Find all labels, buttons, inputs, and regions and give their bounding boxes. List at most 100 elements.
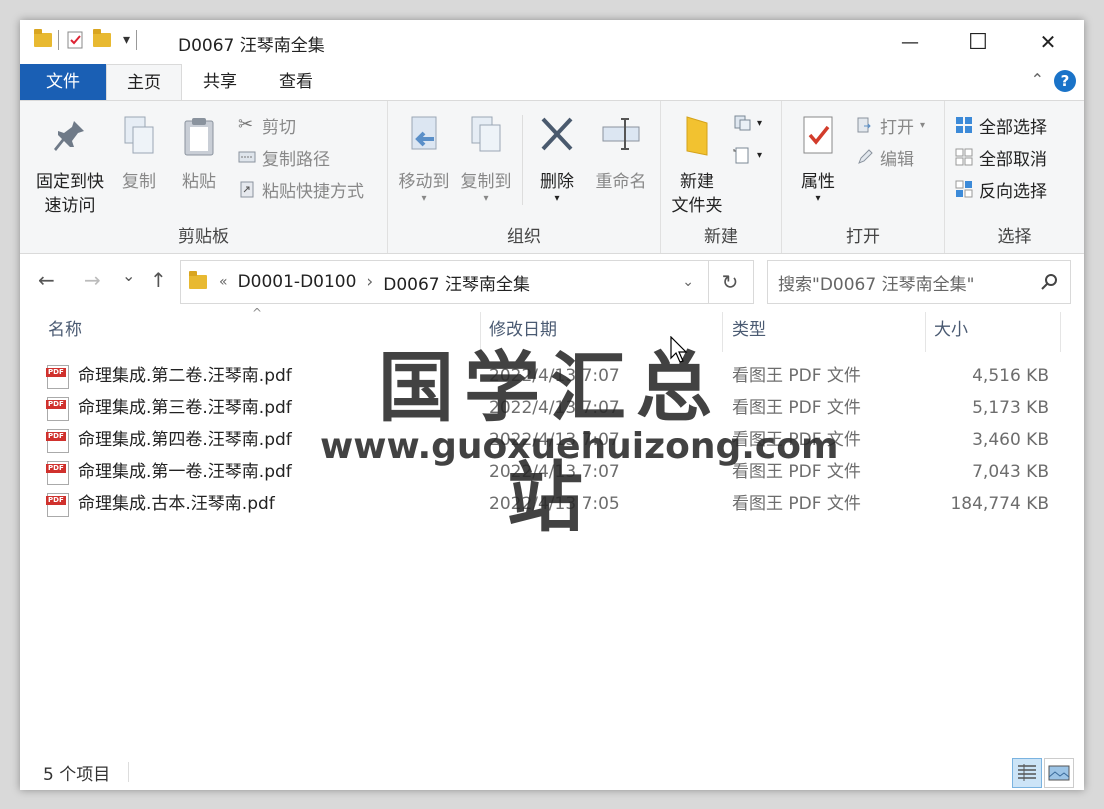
pin-icon	[54, 121, 84, 151]
rename-label: 重命名	[595, 172, 647, 192]
file-name: 命理集成.第四卷.汪琴南.pdf	[78, 430, 292, 450]
explorer-window: ▾ D0067 汪琴南全集 — ☐ ✕ 文件 主页 共享 查看 ⌃ ? 固定到快…	[20, 20, 1084, 790]
new-folder-label-line1: 新建	[680, 172, 714, 192]
file-modified: 2022/4/13 7:07	[489, 366, 620, 386]
file-size: 7,043 KB	[972, 462, 1049, 482]
refresh-icon[interactable]: ↻	[707, 260, 754, 304]
breadcrumb-item-current[interactable]: D0067 汪琴南全集	[383, 270, 530, 295]
file-row[interactable]: 命理集成.第三卷.汪琴南.pdf 2022/4/13 7:07 看图王 PDF …	[20, 392, 1084, 424]
navigation-bar: ← → ⌄ ↑ « D0001-D0100 › D0067 汪琴南全集 ⌄ ↻ …	[20, 258, 1084, 304]
search-icon[interactable]	[1040, 273, 1058, 291]
file-row[interactable]: 命理集成.第四卷.汪琴南.pdf 2022/4/13 7:07 看图王 PDF …	[20, 424, 1084, 456]
copy-button[interactable]: 复制	[114, 115, 164, 194]
properties-check-icon[interactable]	[65, 30, 85, 50]
clipboard-group-label: 剪贴板	[178, 227, 229, 247]
large-icons-view-button[interactable]	[1044, 758, 1074, 788]
pin-to-quick-access-button[interactable]: 固定到快 速访问	[28, 115, 112, 218]
pin-label-line2: 速访问	[44, 196, 96, 216]
column-divider[interactable]	[1060, 312, 1061, 352]
organize-group: 移动到 ▾ 复制到 ▾ 删除 ▾ 重命名 组织	[388, 101, 661, 253]
easy-access-button[interactable]: ▾	[733, 141, 762, 169]
ribbon-tabs: 文件 主页 共享 查看 ⌃ ?	[20, 64, 1084, 102]
back-arrow-icon[interactable]: ←	[38, 268, 55, 292]
file-row[interactable]: 命理集成.古本.汪琴南.pdf 2022/4/13 7:05 看图王 PDF 文…	[20, 488, 1084, 520]
file-type: 看图王 PDF 文件	[732, 430, 861, 450]
file-type: 看图王 PDF 文件	[732, 462, 861, 482]
move-to-button[interactable]: 移动到 ▾	[394, 115, 454, 204]
select-none-label: 全部取消	[979, 149, 1047, 170]
tab-share[interactable]: 共享	[190, 64, 250, 100]
new-group: 新建 文件夹 ▾ ▾ 新建	[661, 101, 782, 253]
copy-path-label: 复制路径	[262, 149, 330, 170]
copy-to-icon	[471, 116, 501, 152]
edit-button[interactable]: 编辑	[856, 143, 914, 171]
rename-button[interactable]: 重命名	[588, 115, 654, 194]
tab-file[interactable]: 文件	[20, 64, 106, 100]
address-bar[interactable]: « D0001-D0100 › D0067 汪琴南全集 ⌄	[180, 260, 709, 304]
minimize-button[interactable]: —	[880, 20, 940, 64]
large-icons-view-icon	[1048, 765, 1070, 781]
tab-home[interactable]: 主页	[106, 64, 182, 102]
breadcrumb-separator-icon[interactable]: ›	[366, 272, 373, 292]
select-all-button[interactable]: 全部选择	[955, 111, 1047, 139]
collapse-ribbon-icon[interactable]: ⌃	[1031, 70, 1044, 89]
open-group: 属性 ▾ 打开 ▾ 编辑 打开	[782, 101, 945, 253]
status-bar: 5 个项目	[20, 756, 1084, 790]
file-modified: 2022/4/13 7:07	[489, 462, 620, 482]
dropdown-arrow-icon: ▾	[554, 193, 560, 204]
maximize-button[interactable]: ☐	[948, 20, 1008, 64]
file-row[interactable]: 命理集成.第二卷.汪琴南.pdf 2022/4/13 7:07 看图王 PDF …	[20, 360, 1084, 392]
scissors-icon: ✂	[238, 114, 254, 135]
new-folder-icon	[686, 116, 708, 156]
select-group: 全部选择 全部取消 反向选择 选择	[945, 101, 1084, 253]
breadcrumb-item[interactable]: D0001-D0100	[238, 272, 357, 292]
copy-path-button[interactable]: 复制路径	[238, 143, 330, 171]
invert-selection-button[interactable]: 反向选择	[955, 175, 1047, 203]
open-group-label: 打开	[846, 227, 880, 247]
copy-icon	[124, 116, 154, 154]
properties-label: 属性	[801, 172, 835, 192]
delete-button[interactable]: 删除 ▾	[532, 115, 582, 204]
paste-button[interactable]: 粘贴	[174, 115, 224, 194]
copy-path-icon	[238, 151, 256, 163]
new-item-button[interactable]: ▾	[733, 109, 762, 137]
open-icon	[857, 117, 871, 133]
properties-button[interactable]: 属性 ▾	[792, 115, 844, 204]
folder-icon	[34, 29, 52, 47]
folder-icon	[189, 271, 207, 289]
column-header-size[interactable]: 大小	[934, 308, 968, 352]
customize-dropdown-icon[interactable]: ▾	[123, 32, 130, 48]
copy-to-button[interactable]: 复制到 ▾	[456, 115, 516, 204]
new-group-label: 新建	[704, 227, 738, 247]
breadcrumb-overflow-icon[interactable]: «	[219, 274, 228, 290]
column-header-modified[interactable]: 修改日期	[489, 308, 557, 352]
recent-locations-chevron-icon[interactable]: ⌄	[122, 266, 135, 285]
details-view-button[interactable]	[1012, 758, 1042, 788]
copy-to-label: 复制到	[460, 172, 512, 192]
address-history-chevron-icon[interactable]: ⌄	[682, 274, 694, 290]
column-header-name[interactable]: 名称	[48, 308, 82, 352]
cut-button[interactable]: ✂ 剪切	[238, 111, 296, 139]
new-folder-icon[interactable]	[93, 29, 111, 47]
pin-label-line1: 固定到快	[36, 172, 104, 192]
paste-shortcut-button[interactable]: 粘贴快捷方式	[238, 175, 364, 203]
column-divider[interactable]	[925, 312, 926, 352]
new-folder-button[interactable]: 新建 文件夹	[665, 115, 729, 218]
invert-selection-label: 反向选择	[979, 181, 1047, 202]
select-none-button[interactable]: 全部取消	[955, 143, 1047, 171]
open-button[interactable]: 打开 ▾	[856, 111, 925, 139]
column-divider[interactable]	[722, 312, 723, 352]
help-icon[interactable]: ?	[1054, 70, 1076, 92]
search-box[interactable]: 搜索"D0067 汪琴南全集"	[767, 260, 1071, 304]
forward-arrow-icon[interactable]: →	[84, 268, 101, 292]
column-header-type[interactable]: 类型	[732, 308, 766, 352]
item-count: 5 个项目	[43, 765, 111, 785]
search-input[interactable]: 搜索"D0067 汪琴南全集"	[778, 270, 974, 295]
column-divider[interactable]	[480, 312, 481, 352]
tab-view[interactable]: 查看	[266, 64, 326, 100]
paste-shortcut-label: 粘贴快捷方式	[262, 181, 364, 202]
up-arrow-icon[interactable]: ↑	[150, 268, 167, 292]
dropdown-arrow-icon: ▾	[483, 193, 489, 204]
file-row[interactable]: 命理集成.第一卷.汪琴南.pdf 2022/4/13 7:07 看图王 PDF …	[20, 456, 1084, 488]
close-button[interactable]: ✕	[1018, 20, 1078, 64]
